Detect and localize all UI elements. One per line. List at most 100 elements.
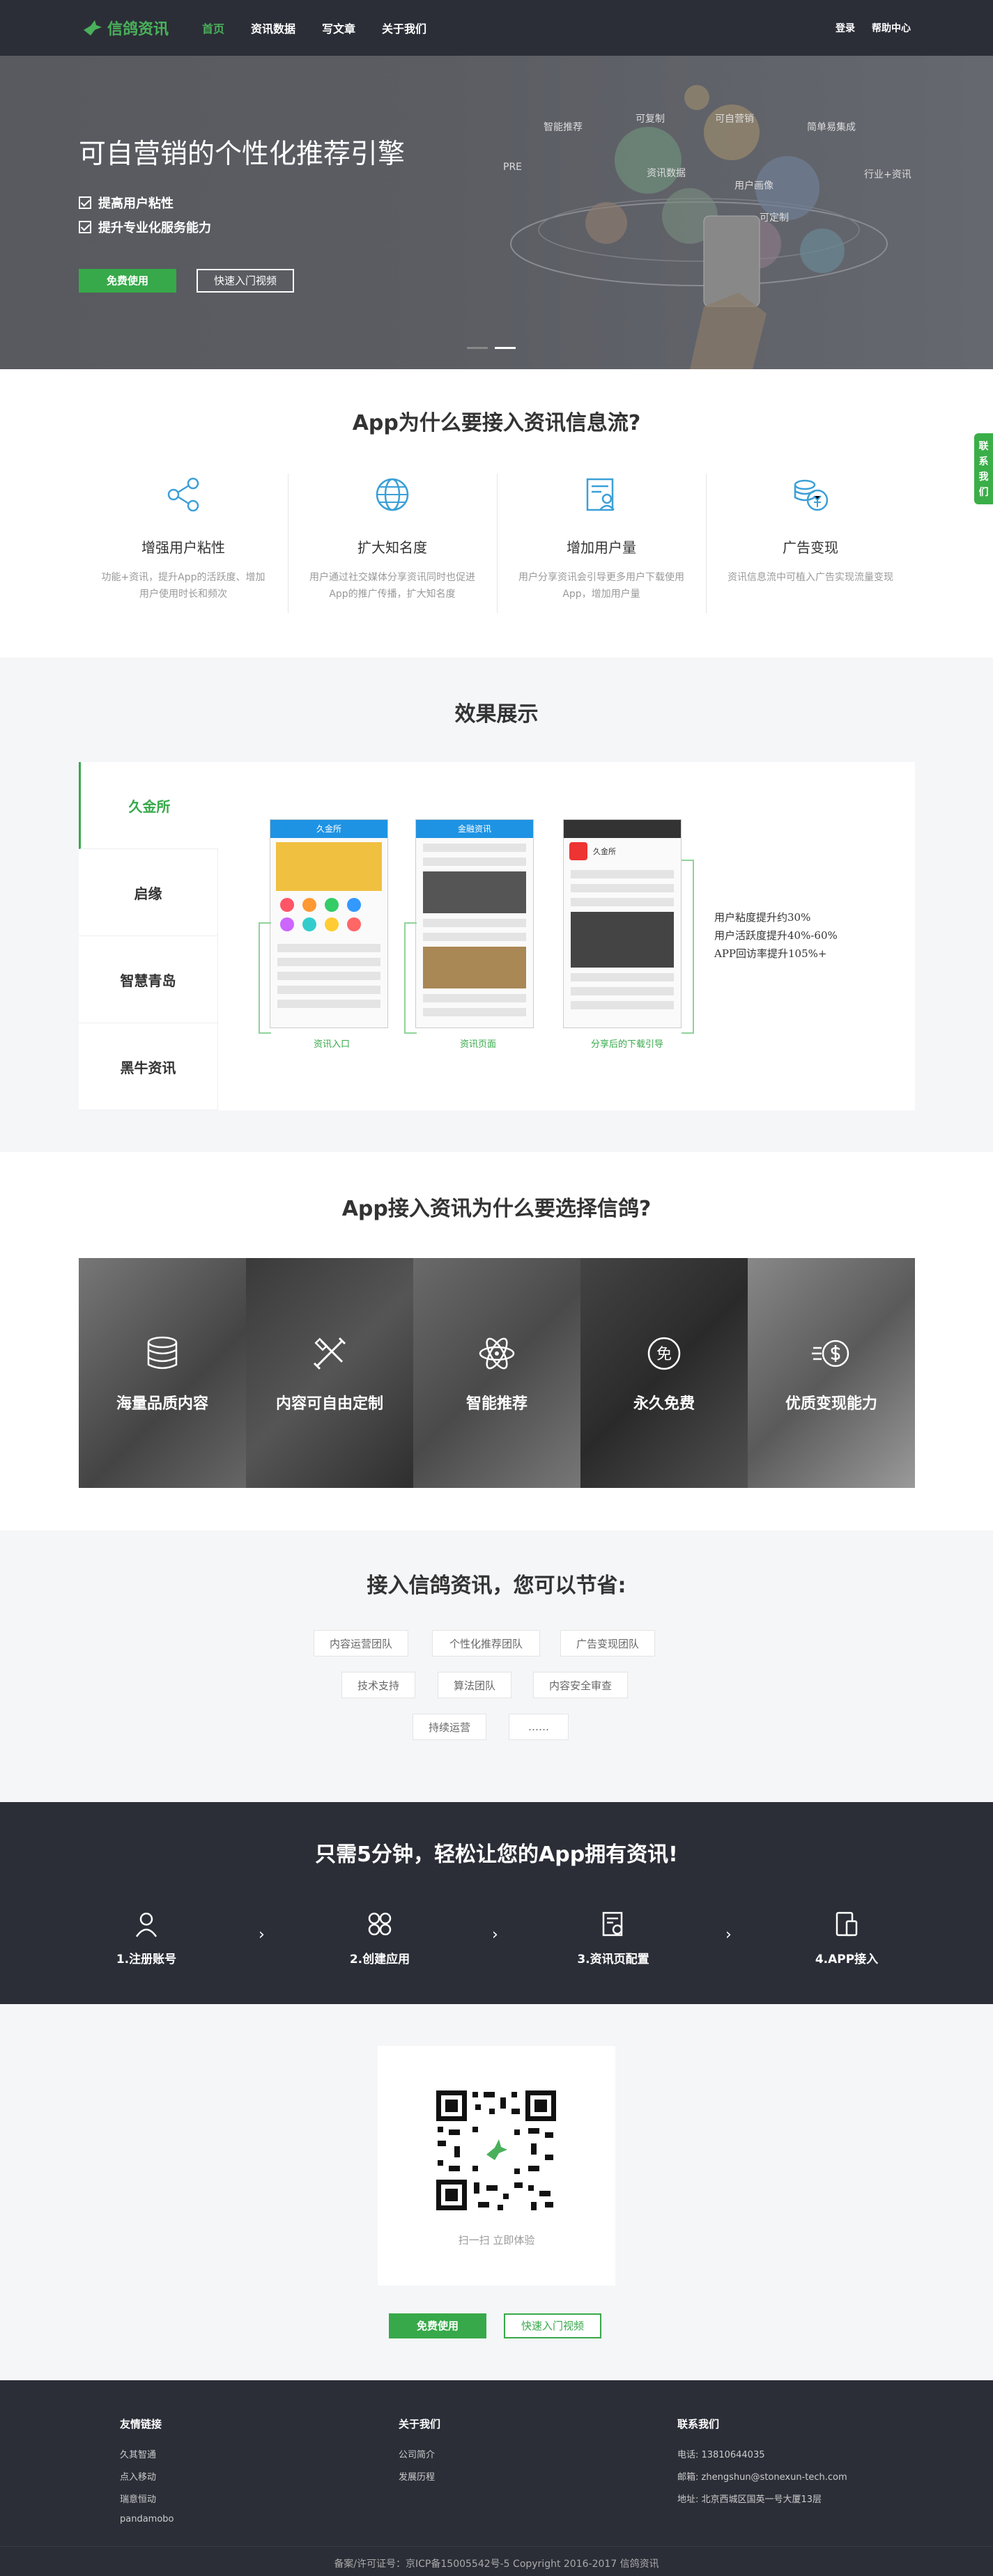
- steps-section: 只需5分钟，轻松让您的App拥有资讯! 1.注册账号 › 2.创建应用 › 3.…: [0, 1802, 993, 2004]
- why-item-desc: 资讯信息流中可植入广告实现流量变现: [728, 572, 893, 583]
- footer-link[interactable]: 瑞意恒动: [120, 2492, 156, 2505]
- pigeon-logo-icon: [84, 20, 102, 36]
- nav-data[interactable]: 资讯数据: [251, 20, 295, 36]
- save-pill: 内容安全审查: [533, 1672, 628, 1698]
- checkbox-icon: [79, 221, 91, 233]
- card-label: 优质变现能力: [785, 1395, 877, 1413]
- carousel-dot-active[interactable]: [495, 347, 516, 349]
- why-item-title: 增加用户量: [567, 539, 636, 556]
- footer-link[interactable]: 点入移动: [120, 2469, 156, 2483]
- why-item-desc: 功能+资讯，提升App的活跃度、增加用户使用时长和频次: [101, 572, 265, 600]
- phone-header: 久金所: [270, 820, 387, 838]
- hero-banner: 智能推荐 可复制 可自营销 简单易集成 PRE 行业+资讯 资讯数据 用户画像 …: [0, 56, 993, 369]
- footer-link[interactable]: pandamobo: [120, 2514, 174, 2524]
- why-item-title: 扩大知名度: [357, 539, 427, 556]
- share-icon: [167, 477, 199, 512]
- hero-bubble: 可复制: [636, 114, 665, 125]
- login-link[interactable]: 登录: [836, 21, 855, 35]
- save-pill: 内容运营团队: [314, 1630, 408, 1656]
- tab-qiyuan[interactable]: 启缘: [79, 849, 218, 936]
- effect-tabs: 久金所 启缘 智慧青岛 黑牛资讯: [79, 762, 218, 1110]
- effect-title: 效果展示: [454, 702, 539, 727]
- hero-check-1: 提高用户粘性: [79, 194, 174, 212]
- database-icon: [147, 1336, 178, 1370]
- hero-illustration: [510, 85, 888, 369]
- settings-doc-icon: [602, 1911, 623, 1937]
- why-item-title: 广告变现: [783, 539, 838, 556]
- footer-link[interactable]: 久其智通: [120, 2447, 156, 2460]
- save-pill: 技术支持: [341, 1672, 415, 1698]
- hero-bubble: 智能推荐: [544, 122, 583, 133]
- why-item-desc: 用户分享资讯会引导更多用户下载使用App，增加用户量: [518, 572, 684, 600]
- guide-line: [404, 922, 417, 1034]
- hero-bubble: 可定制: [760, 212, 789, 224]
- why-item-monetize: 广告变现 资讯信息流中可植入广告实现流量变现: [706, 474, 915, 586]
- footer-link[interactable]: 发展历程: [399, 2469, 435, 2483]
- logo[interactable]: 信鸽资讯: [82, 17, 169, 39]
- effect-panel: 久金所 启缘 智慧青岛 黑牛资讯 久金所 金融资讯 久金所 资讯入口 资讯页面 …: [79, 762, 915, 1110]
- carousel-dot[interactable]: [467, 347, 488, 349]
- nav-write[interactable]: 写文章: [322, 20, 355, 36]
- nav-home[interactable]: 首页: [202, 20, 224, 36]
- top-navbar: 信鸽资讯 首页 资讯数据 写文章 关于我们 登录 帮助中心: [0, 0, 993, 56]
- stat-line: 用户粘度提升约30%: [714, 911, 811, 924]
- apps-icon: [368, 1912, 392, 1936]
- card-smart: 智能推荐: [413, 1258, 580, 1488]
- step-label: 3.资讯页配置: [577, 1953, 649, 1966]
- effect-section: 效果展示 久金所 启缘 智慧青岛 黑牛资讯 久金所 金融资讯 久金所 资讯入口 …: [0, 658, 993, 1152]
- footer-link[interactable]: 公司简介: [399, 2447, 435, 2460]
- chevron-right-icon: ›: [492, 1926, 498, 1943]
- chevron-right-icon: ›: [259, 1926, 265, 1943]
- caption-news: 资讯页面: [460, 1039, 497, 1050]
- save-pill: 持续运营: [413, 1714, 486, 1740]
- tab-jiujinsuo[interactable]: 久金所: [79, 762, 218, 849]
- hero-bubble: 资讯数据: [647, 168, 686, 179]
- save-title: 接入信鸽资讯，您可以节省:: [367, 1574, 626, 1598]
- effect-stats: 用户粘度提升约30% 用户活跃度提升40%-60% APP回访率提升105%+: [714, 908, 838, 963]
- hero-bubble: 简单易集成: [807, 122, 856, 133]
- logo-text: 信鸽资讯: [107, 21, 169, 38]
- footer-contact-email[interactable]: 邮箱: zhengshun@stonexun-tech.com: [677, 2469, 847, 2483]
- stat-line: 用户活跃度提升40%-60%: [714, 929, 838, 942]
- tab-smart-qingdao[interactable]: 智慧青岛: [79, 936, 218, 1023]
- phone-screenshot-share: 久金所: [563, 819, 682, 1028]
- step-create-app: 2.创建应用: [310, 1910, 449, 1966]
- svg-text:免: 免: [656, 1346, 672, 1363]
- hero-guide-button[interactable]: 快速入门视频: [197, 269, 294, 293]
- tools-icon: [313, 1337, 346, 1370]
- phone-screenshot-news: 金融资讯: [415, 819, 534, 1028]
- devices-icon: [836, 1911, 858, 1937]
- save-pill: 算法团队: [438, 1672, 511, 1698]
- nav-about[interactable]: 关于我们: [382, 20, 426, 36]
- contact-us-tab[interactable]: 联系我们: [974, 433, 993, 504]
- help-link[interactable]: 帮助中心: [872, 21, 911, 35]
- checkbox-icon: [79, 196, 91, 209]
- card-label: 智能推荐: [465, 1395, 528, 1413]
- coin-icon: [794, 479, 829, 511]
- qr-tip: 扫一扫 立即体验: [458, 2234, 535, 2247]
- footer-contact-phone: 电话: 13810644035: [677, 2450, 765, 2460]
- atom-icon: [479, 1337, 515, 1370]
- guide-line: [259, 922, 271, 1034]
- step-label: 2.创建应用: [349, 1953, 410, 1966]
- tab-heiniu[interactable]: 黑牛资讯: [79, 1023, 218, 1110]
- save-section: 接入信鸽资讯，您可以节省: 内容运营团队 个性化推荐团队 广告变现团队 技术支持…: [0, 1530, 993, 1802]
- dollar-icon: [812, 1340, 849, 1367]
- why-title: App为什么要接入资讯信息流?: [352, 411, 641, 435]
- hero-bubble: 行业+资讯: [864, 169, 911, 180]
- phone-header: 金融资讯: [416, 820, 533, 838]
- qr-free-button[interactable]: 免费使用: [389, 2313, 486, 2338]
- phone-screenshot-entry: 久金所: [270, 819, 388, 1028]
- user-card-icon: [586, 478, 615, 511]
- hero-free-button[interactable]: 免费使用: [79, 269, 176, 293]
- free-badge-icon: 免: [647, 1337, 681, 1370]
- globe-icon: [376, 478, 409, 511]
- qr-guide-button[interactable]: 快速入门视频: [504, 2313, 601, 2338]
- step-integrate: 4.APP接入: [777, 1910, 916, 1966]
- card-content: 海量品质内容: [79, 1258, 246, 1488]
- card-monetize: 优质变现能力: [748, 1258, 915, 1488]
- save-pill: ……: [509, 1714, 569, 1740]
- user-icon: [135, 1912, 157, 1937]
- qr-code: [433, 2088, 559, 2213]
- card-custom: 内容可自由定制: [246, 1258, 413, 1488]
